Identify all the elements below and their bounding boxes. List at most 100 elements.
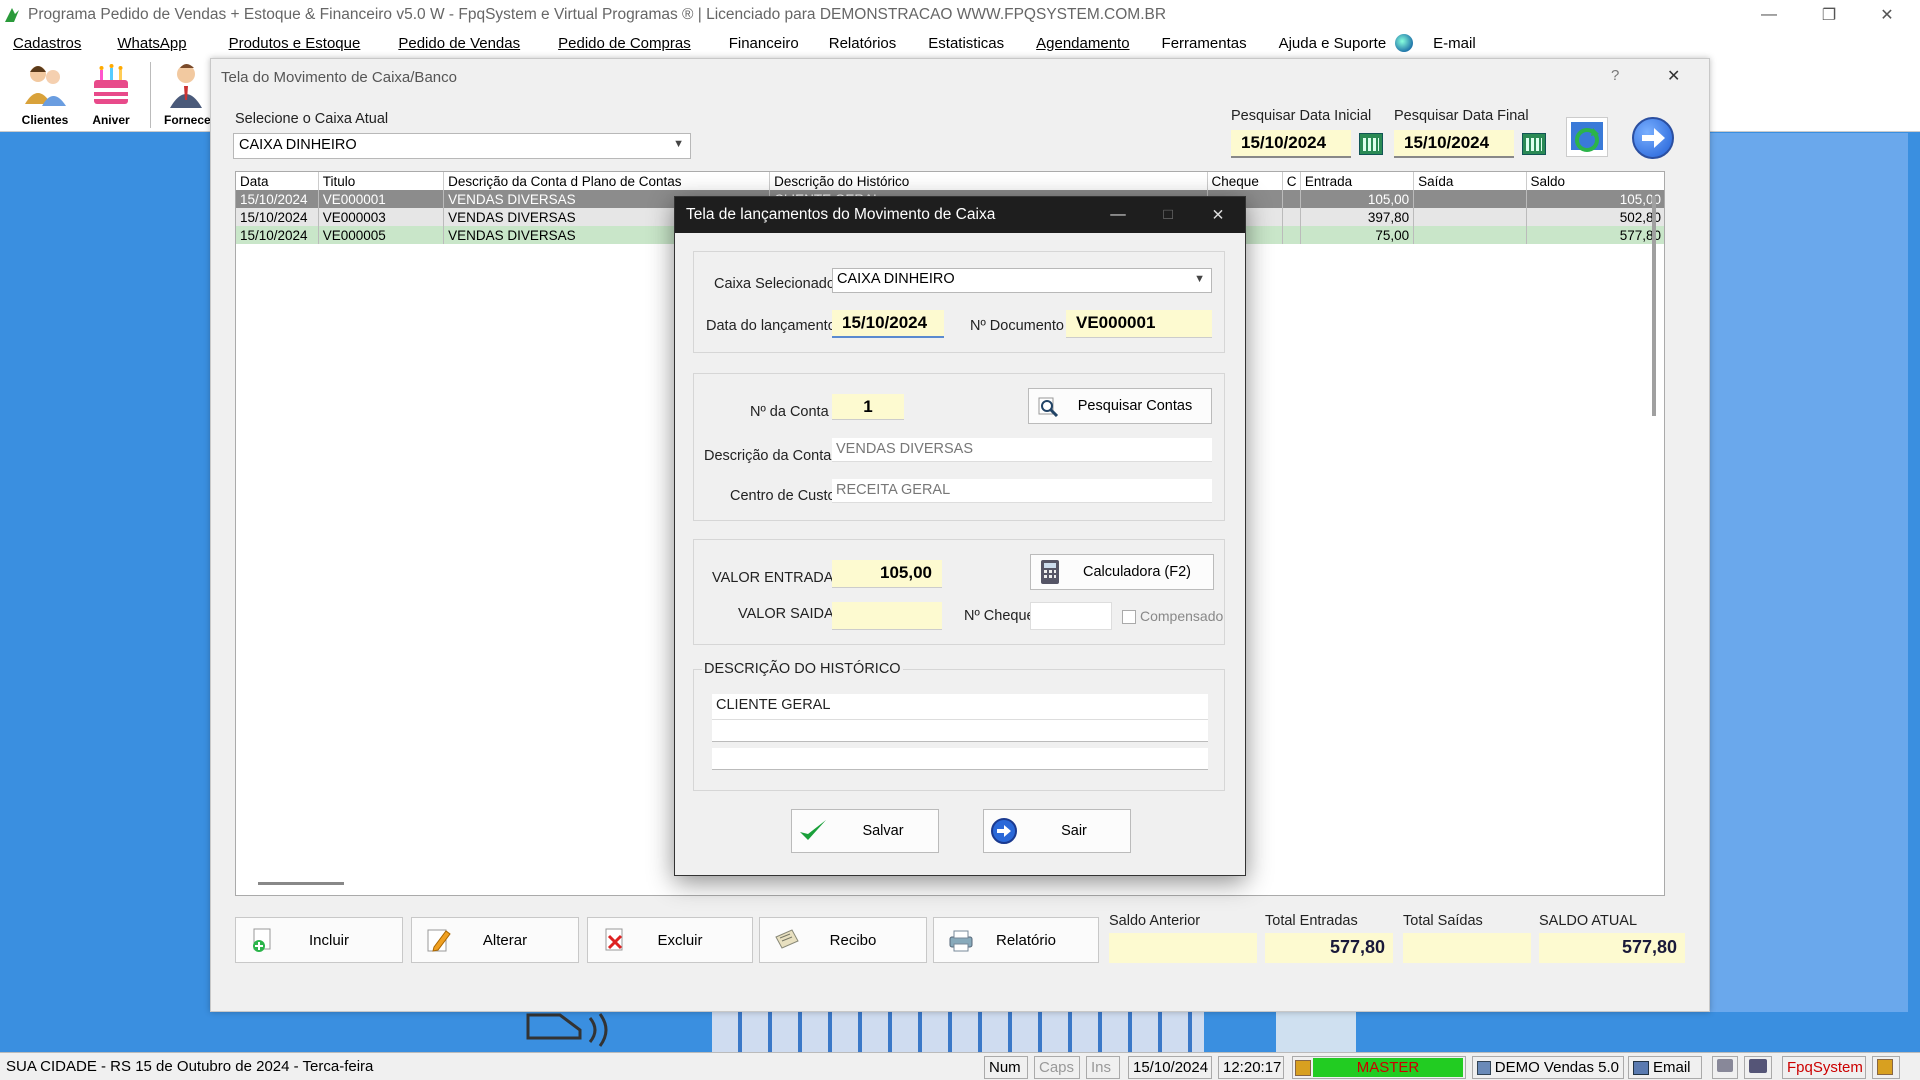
saldo-atual-value: 577,80: [1539, 933, 1685, 963]
status-printer-icon[interactable]: [1712, 1056, 1738, 1079]
desktop-background: [0, 133, 210, 1052]
calendar-icon[interactable]: [1522, 133, 1546, 155]
menu-produtos-estoque[interactable]: Produtos e Estoque: [216, 35, 361, 52]
cell-saldo: 502,80: [1526, 208, 1664, 226]
toolbar-clientes-button[interactable]: Clientes: [14, 60, 76, 130]
incluir-button[interactable]: Incluir: [235, 917, 403, 963]
centro-custo-label: Centro de Custo: [730, 488, 836, 504]
historico-line-2[interactable]: [712, 720, 1208, 742]
sair-button[interactable]: Sair: [983, 809, 1131, 853]
menu-pedido-vendas[interactable]: Pedido de Vendas: [385, 35, 520, 52]
status-version-label: DEMO Vendas 5.0: [1494, 1059, 1619, 1076]
descricao-conta-field: VENDAS DIVERSAS: [832, 438, 1212, 462]
status-brand: FpqSystem: [1782, 1056, 1866, 1079]
salvar-label: Salvar: [862, 823, 904, 839]
vertical-scrollbar[interactable]: [1652, 196, 1656, 416]
cell-c: [1282, 208, 1301, 226]
status-time: 12:20:17: [1218, 1056, 1284, 1079]
menu-cadastros[interactable]: Cadastros: [0, 35, 81, 52]
toolbar-fornecedores-button[interactable]: Fornece: [156, 60, 210, 130]
incluir-label: Incluir: [308, 931, 349, 949]
toolbar-aniver-button[interactable]: Aniver: [80, 60, 142, 130]
birthday-cake-icon: [94, 64, 128, 104]
entry-dialog: Tela de lançamentos do Movimento de Caix…: [674, 196, 1246, 876]
refresh-button[interactable]: [1566, 117, 1608, 157]
alterar-button[interactable]: Alterar: [411, 917, 579, 963]
menu-ferramentas[interactable]: Ferramentas: [1149, 35, 1247, 52]
col-header-data[interactable]: Data: [236, 172, 319, 190]
dialog-maximize-icon[interactable]: □: [1145, 197, 1191, 233]
conta-field[interactable]: 1: [832, 394, 904, 420]
dialog-group-valores: VALOR ENTRADA 105,00 Calculadora (F2) VA…: [693, 539, 1225, 645]
menu-financeiro[interactable]: Financeiro: [716, 35, 799, 52]
documento-field[interactable]: VE000001: [1066, 310, 1212, 338]
compensado-checkbox[interactable]: [1122, 610, 1136, 624]
menu-estatisticas[interactable]: Estatisticas: [915, 35, 1004, 52]
dialog-minimize-icon[interactable]: —: [1095, 197, 1141, 233]
cell-saida: [1413, 208, 1527, 226]
pesquisar-contas-button[interactable]: Pesquisar Contas: [1028, 388, 1212, 424]
cheque-field[interactable]: [1030, 602, 1112, 630]
recibo-button[interactable]: Recibo: [759, 917, 927, 963]
col-header-saida[interactable]: Saída: [1413, 172, 1527, 190]
cell-titulo: VE000001: [318, 190, 445, 208]
calendar-icon[interactable]: [1359, 133, 1383, 155]
data-inicial-field[interactable]: 15/10/2024: [1231, 130, 1351, 158]
relatorio-label: Relatório: [995, 931, 1057, 949]
excluir-button[interactable]: Excluir: [587, 917, 753, 963]
col-header-cheque[interactable]: Cheque: [1207, 172, 1283, 190]
col-header-historico[interactable]: Descrição do Histórico: [769, 172, 1208, 190]
data-inicial-label: Pesquisar Data Inicial: [1231, 108, 1372, 124]
caixa-selecionado-select[interactable]: CAIXA DINHEIRO ▼: [832, 268, 1212, 293]
cell-titulo: VE000003: [318, 208, 445, 226]
window-close-icon[interactable]: ✕: [1667, 66, 1680, 86]
calculadora-button[interactable]: Calculadora (F2): [1030, 554, 1214, 590]
caixa-selecionado-value: CAIXA DINHEIRO: [837, 271, 955, 287]
close-icon[interactable]: ✕: [1858, 0, 1916, 30]
data-final-field[interactable]: 15/10/2024: [1394, 130, 1514, 158]
dialog-title: Tela de lançamentos do Movimento de Caix…: [686, 206, 996, 223]
total-entradas-value: 577,80: [1265, 933, 1393, 963]
valor-saida-field[interactable]: [832, 602, 942, 630]
salvar-button[interactable]: Salvar: [791, 809, 939, 853]
megaphone-art-icon: [526, 1013, 608, 1047]
status-lock-icon[interactable]: [1872, 1056, 1900, 1079]
menu-agendamento[interactable]: Agendamento: [1023, 35, 1129, 52]
horizontal-scrollbar[interactable]: [258, 882, 344, 885]
calculadora-label: Calculadora (F2): [1083, 564, 1191, 580]
data-lancamento-field[interactable]: 15/10/2024: [832, 310, 944, 338]
valor-entrada-field[interactable]: 105,00: [832, 560, 942, 588]
historico-line-1[interactable]: CLIENTE GERAL: [712, 694, 1208, 720]
exit-arrow-icon: [991, 818, 1017, 844]
menu-relatorios[interactable]: Relatórios: [816, 35, 897, 52]
cell-c: [1282, 226, 1301, 244]
col-header-entrada[interactable]: Entrada: [1300, 172, 1415, 190]
caixa-select[interactable]: CAIXA DINHEIRO ▼: [233, 133, 691, 159]
saldo-anterior-value: [1109, 933, 1257, 963]
col-header-titulo[interactable]: Titulo: [318, 172, 445, 190]
calculator-icon: [1041, 560, 1059, 584]
total-saidas-value: [1403, 933, 1531, 963]
forward-button[interactable]: [1632, 117, 1674, 159]
chevron-down-icon: ▼: [1194, 273, 1205, 285]
historico-line-3[interactable]: [712, 748, 1208, 770]
minimize-icon[interactable]: —: [1740, 0, 1798, 30]
help-icon[interactable]: ?: [1611, 67, 1619, 84]
status-monitor-icon[interactable]: [1744, 1056, 1772, 1079]
menu-email[interactable]: E-mail: [1433, 35, 1476, 52]
cell-entrada: 105,00: [1300, 190, 1415, 208]
relatorio-button[interactable]: Relatório: [933, 917, 1099, 963]
dialog-group-caixa: Caixa Selecionado CAIXA DINHEIRO ▼ Data …: [693, 251, 1225, 353]
descricao-conta-label: Descrição da Conta: [704, 448, 832, 464]
dialog-close-icon[interactable]: ✕: [1195, 197, 1241, 233]
menu-pedido-compras[interactable]: Pedido de Compras: [545, 35, 691, 52]
menu-ajuda-suporte[interactable]: Ajuda e Suporte: [1266, 35, 1387, 52]
col-header-c[interactable]: C: [1282, 172, 1301, 190]
menu-whatsapp[interactable]: WhatsApp: [104, 35, 186, 52]
cell-saida: [1413, 226, 1527, 244]
globe-icon[interactable]: [1395, 34, 1414, 52]
col-header-saldo[interactable]: Saldo: [1526, 172, 1664, 190]
status-email[interactable]: Email: [1628, 1056, 1702, 1079]
restore-icon[interactable]: ❐: [1800, 0, 1858, 30]
col-header-descricao-conta[interactable]: Descrição da Conta d Plano de Contas: [443, 172, 771, 190]
